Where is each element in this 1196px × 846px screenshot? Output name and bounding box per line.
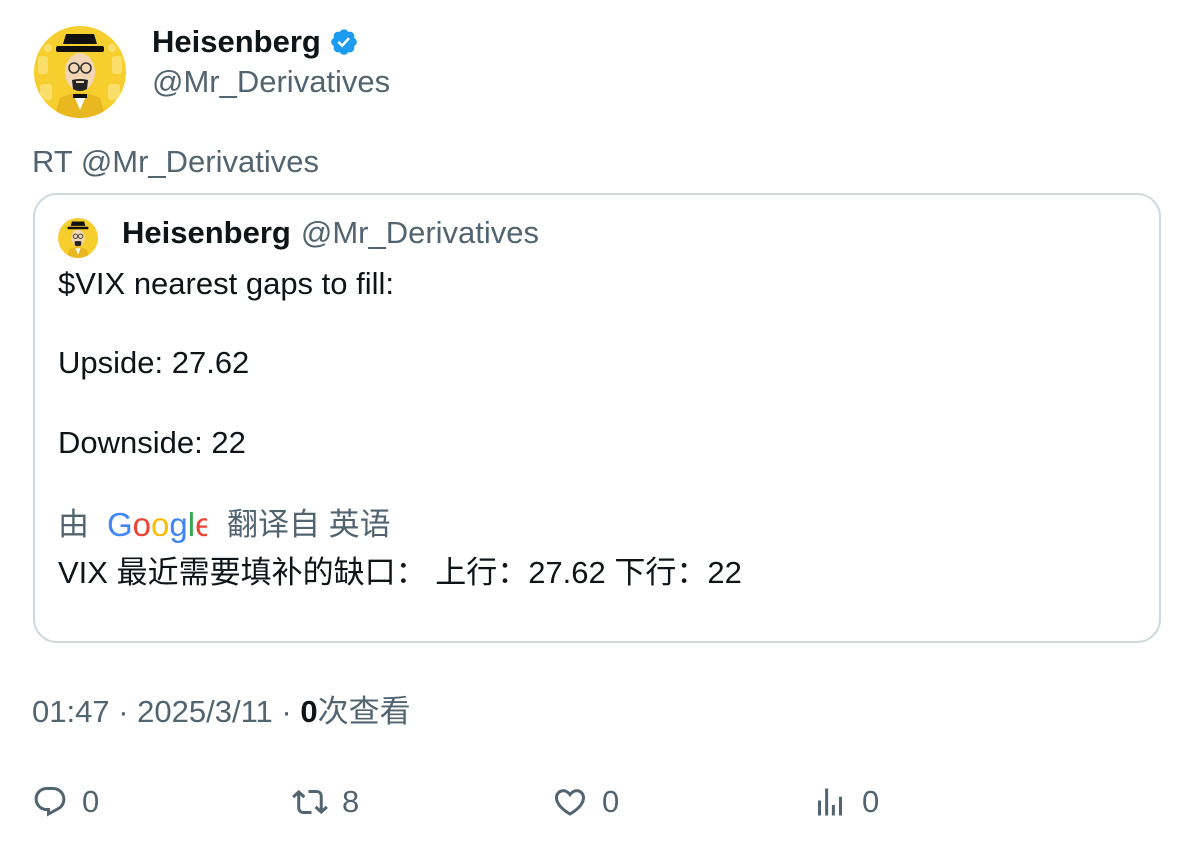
svg-text:Google: Google	[107, 506, 207, 543]
retweet-text: RT @Mr_Derivatives	[32, 144, 319, 179]
heisenberg-avatar-image	[34, 26, 126, 118]
author-handle[interactable]: @Mr_Derivatives	[152, 62, 390, 102]
analytics-icon	[818, 788, 842, 816]
quoted-author-avatar[interactable]	[58, 218, 98, 258]
meta-separator: ·	[272, 694, 301, 729]
action-bar: 0 8 0 0	[0, 780, 1196, 824]
reply-button[interactable]: 0	[32, 780, 99, 824]
heisenberg-avatar-image	[58, 218, 98, 258]
retweet-count: 8	[342, 784, 360, 819]
views-label: 次查看	[317, 694, 411, 729]
translation-attribution[interactable]: 由 Google 翻译自 英语	[58, 505, 391, 545]
like-count: 0	[602, 784, 620, 819]
quoted-author-name[interactable]: Heisenberg	[122, 215, 291, 250]
translate-prefix: 由	[58, 507, 89, 542]
translate-suffix: 翻译自 英语	[227, 507, 391, 542]
like-button[interactable]: 0	[552, 780, 619, 824]
author-name-text[interactable]: Heisenberg	[152, 22, 321, 62]
views-action-count: 0	[862, 784, 880, 819]
reply-icon	[34, 787, 66, 817]
author-display-name[interactable]: Heisenberg	[152, 22, 359, 62]
author-avatar[interactable]	[34, 26, 126, 118]
retweet-button[interactable]: 8	[292, 780, 359, 824]
views-button[interactable]: 0	[812, 780, 879, 824]
quoted-author-handle[interactable]: @Mr_Derivatives	[301, 215, 539, 250]
views-count: 0	[300, 694, 318, 729]
tweet-time[interactable]: 01:47	[32, 694, 110, 729]
tweet-meta: 01:47 · 2025/3/11 · 0次查看	[32, 692, 411, 732]
verified-badge-icon[interactable]	[329, 27, 359, 57]
tweet-date[interactable]: 2025/3/11	[137, 694, 273, 729]
meta-separator: ·	[109, 694, 138, 729]
quote-text-line-1: $VIX nearest gaps to fill:	[58, 266, 395, 301]
quote-text-line-2: Upside: 27.62	[58, 345, 250, 380]
translated-text: VIX 最近需要填补的缺口： 上行：27.62 下行：22	[58, 555, 742, 590]
quote-text-line-3: Downside: 22	[58, 425, 246, 460]
retweet-icon	[292, 789, 328, 815]
google-logo-icon: Google	[107, 505, 213, 545]
heart-icon	[554, 789, 586, 816]
reply-count: 0	[82, 784, 100, 819]
quoted-author-line[interactable]: Heisenberg @Mr_Derivatives	[122, 213, 539, 253]
